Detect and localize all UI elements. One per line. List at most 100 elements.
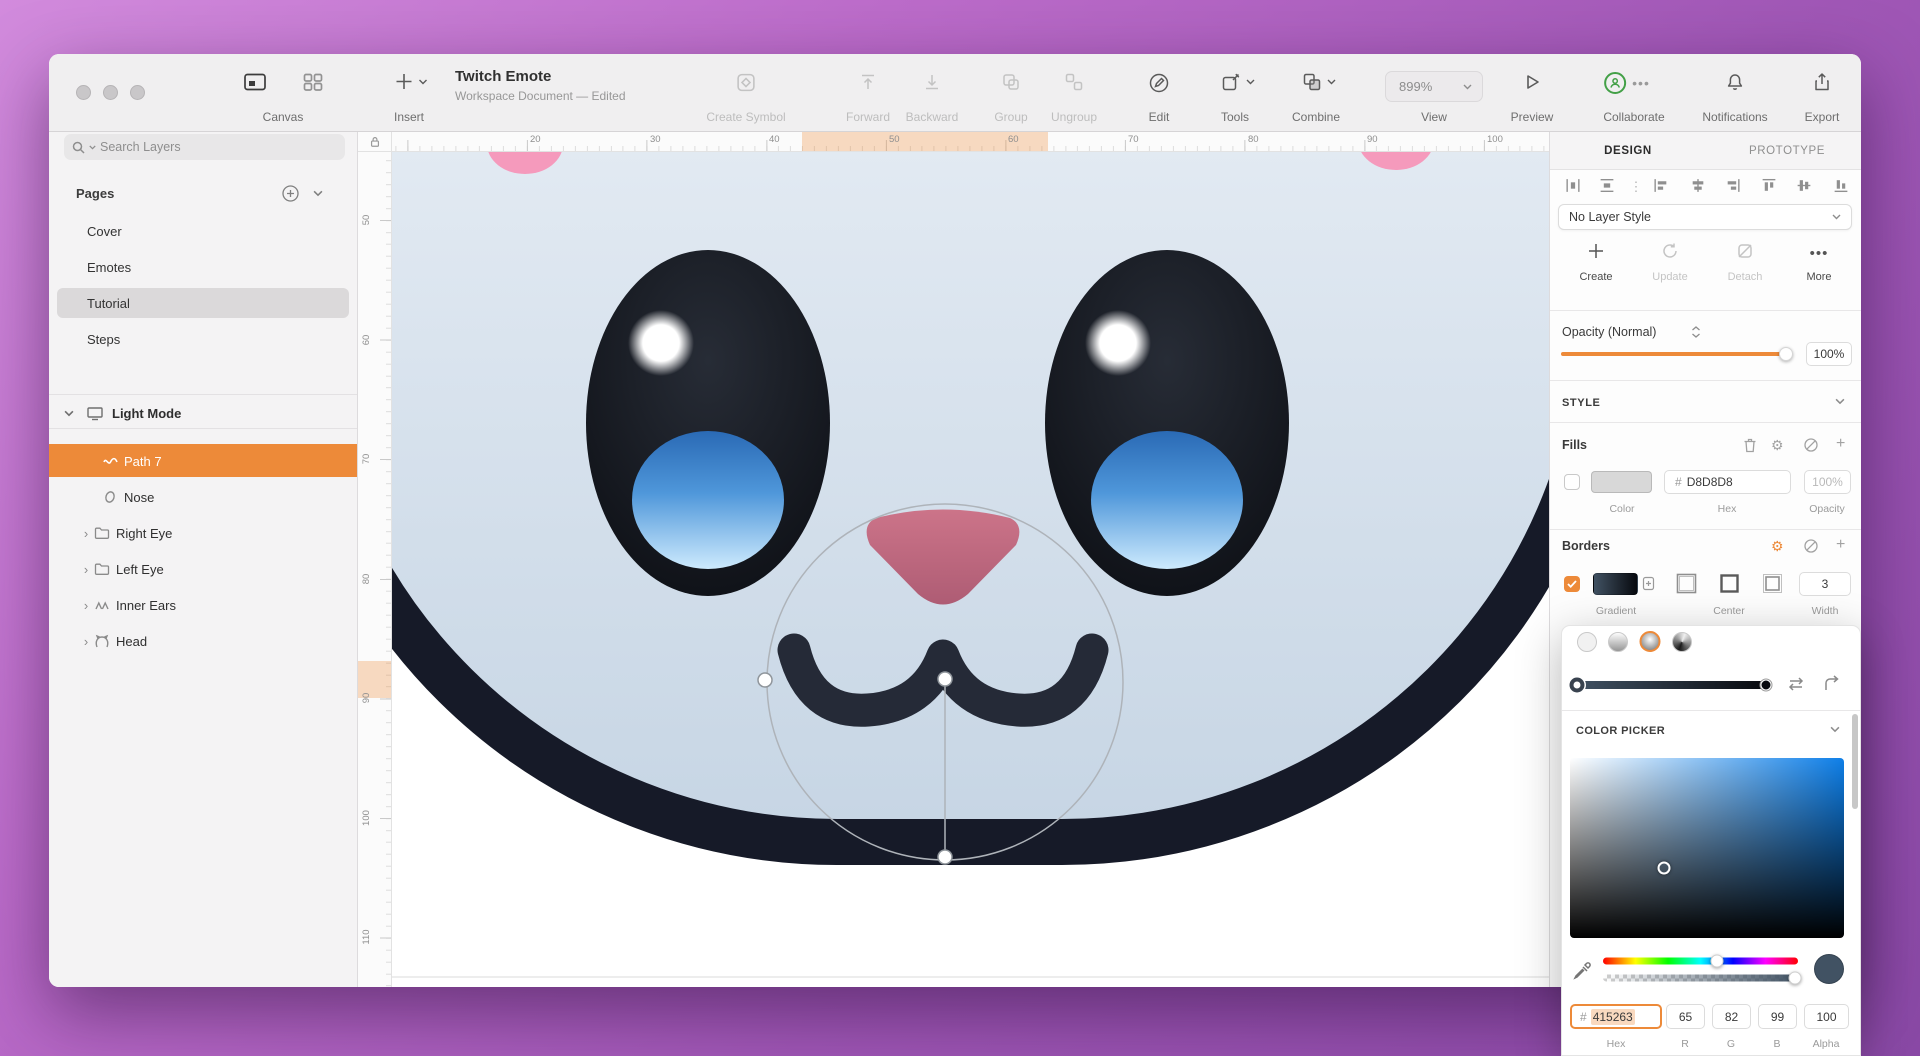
fill-settings-gear-icon[interactable]: ⚙ (1771, 437, 1784, 454)
gradient-stop-start[interactable] (1570, 678, 1585, 693)
align-right-icon[interactable] (1725, 177, 1742, 194)
disclosure-chevron-icon[interactable]: › (79, 526, 93, 541)
more-alignment-icon[interactable]: ⋮ (1630, 179, 1643, 195)
layer-item-right-eye[interactable]: › Right Eye (49, 516, 357, 550)
artboard-section-header[interactable]: Light Mode (49, 398, 357, 428)
gradient-radius-handle[interactable] (938, 850, 952, 864)
border-center-icon[interactable] (1719, 573, 1740, 594)
saturation-brightness-cursor[interactable] (1658, 862, 1671, 875)
canvas-area[interactable]: 20 30 40 50 60 70 80 90 100 50 60 70 80 … (358, 132, 1549, 987)
section-chevron-down-icon[interactable] (64, 410, 74, 417)
ungroup-icon[interactable] (1064, 72, 1084, 92)
edit-icon[interactable] (1148, 72, 1170, 94)
border-outside-icon[interactable] (1676, 573, 1697, 594)
create-symbol-icon[interactable] (736, 72, 757, 93)
border-settings-gear-icon[interactable]: ⚙ (1771, 538, 1784, 555)
page-item-steps[interactable]: Steps (49, 324, 357, 354)
zoom-control[interactable]: 899% (1385, 71, 1483, 102)
align-middle-vertical-icon[interactable] (1796, 177, 1813, 194)
border-inside-icon[interactable] (1762, 573, 1783, 594)
grid-view-icon[interactable] (302, 72, 324, 92)
alpha-input[interactable]: 100 (1804, 1004, 1849, 1029)
blue-input[interactable]: 99 (1758, 1004, 1797, 1029)
search-options-chevron-icon[interactable] (89, 145, 96, 150)
group-icon[interactable] (1001, 72, 1021, 92)
hue-slider-thumb[interactable] (1711, 955, 1724, 968)
hex-input[interactable]: # 415263 (1570, 1004, 1662, 1029)
page-item-cover[interactable]: Cover (49, 216, 357, 246)
reverse-gradient-icon[interactable] (1786, 675, 1806, 693)
fill-color-swatch[interactable] (1591, 471, 1652, 493)
layer-item-left-eye[interactable]: › Left Eye (49, 552, 357, 586)
no-fill-icon[interactable] (1803, 437, 1819, 453)
artboard-viewport[interactable] (392, 152, 1549, 987)
border-enabled-checkbox[interactable] (1564, 576, 1580, 592)
vertical-ruler[interactable]: 50 60 70 80 90 100 110 (358, 152, 392, 987)
angular-gradient-type-icon[interactable] (1672, 632, 1692, 652)
popover-scrollbar[interactable] (1852, 714, 1858, 809)
no-border-icon[interactable] (1803, 538, 1819, 554)
page-item-tutorial[interactable]: Tutorial (49, 288, 357, 318)
rotate-gradient-icon[interactable] (1823, 675, 1842, 693)
add-fill-icon[interactable]: + (1836, 435, 1845, 453)
saturation-brightness-picker[interactable] (1570, 758, 1844, 938)
style-collapse-chevron-icon[interactable] (1835, 398, 1845, 405)
gradient-width-handle[interactable] (758, 673, 772, 687)
horizontal-ruler[interactable]: 20 30 40 50 60 70 80 90 100 (392, 132, 1549, 152)
blend-mode-stepper[interactable] (1690, 325, 1702, 339)
border-gradient-swatch[interactable] (1593, 573, 1638, 595)
minimize-button[interactable] (103, 85, 118, 100)
disclosure-chevron-icon[interactable]: › (79, 598, 93, 613)
red-input[interactable]: 65 (1666, 1004, 1705, 1029)
canvas-view-icon[interactable] (243, 72, 267, 92)
fullscreen-button[interactable] (130, 85, 145, 100)
align-left-icon[interactable] (1653, 177, 1670, 194)
gradient-stop-end[interactable] (1761, 680, 1772, 691)
opacity-slider-thumb[interactable] (1779, 347, 1793, 361)
fill-enabled-checkbox[interactable] (1564, 474, 1580, 490)
align-center-horizontal-icon[interactable] (1690, 177, 1707, 194)
opacity-value-field[interactable]: 100% (1806, 342, 1852, 366)
preview-icon[interactable] (1522, 72, 1542, 92)
collaborate-icon[interactable]: ••• (1604, 72, 1650, 94)
align-top-icon[interactable] (1761, 177, 1778, 194)
close-button[interactable] (76, 85, 91, 100)
emote-artwork[interactable] (392, 152, 1549, 987)
add-border-icon[interactable]: + (1836, 536, 1845, 554)
search-layers-field[interactable] (64, 134, 345, 160)
green-input[interactable]: 82 (1712, 1004, 1751, 1029)
pages-collapse-chevron-icon[interactable] (313, 190, 323, 197)
detach-style-icon[interactable] (1736, 242, 1754, 260)
fill-hex-field[interactable]: #D8D8D8 (1664, 470, 1791, 494)
color-picker-collapse-chevron-icon[interactable] (1830, 726, 1840, 733)
radial-gradient-type-icon[interactable] (1640, 631, 1661, 652)
export-icon[interactable] (1812, 72, 1832, 92)
gradient-bar[interactable] (1576, 681, 1767, 689)
layer-item-head[interactable]: › Head (49, 624, 357, 658)
solid-fill-type-icon[interactable] (1577, 632, 1597, 652)
create-style-icon[interactable] (1587, 242, 1605, 260)
linear-gradient-type-icon[interactable] (1608, 632, 1628, 652)
distribute-horizontally-icon[interactable] (1565, 177, 1582, 194)
disclosure-chevron-icon[interactable]: › (79, 562, 93, 577)
gradient-center-handle[interactable] (938, 672, 952, 686)
notifications-icon[interactable] (1725, 72, 1745, 92)
align-bottom-icon[interactable] (1833, 177, 1850, 194)
more-actions-icon[interactable]: ••• (1810, 245, 1829, 262)
layer-item-nose[interactable]: Nose (49, 480, 357, 514)
eyedropper-icon[interactable] (1573, 962, 1592, 981)
search-input[interactable] (100, 140, 300, 154)
tab-design[interactable]: DESIGN (1568, 132, 1688, 170)
alpha-slider[interactable] (1603, 975, 1798, 982)
add-page-icon[interactable] (282, 185, 299, 202)
update-style-icon[interactable] (1661, 242, 1679, 260)
disclosure-chevron-icon[interactable]: › (79, 634, 93, 649)
opacity-slider-track[interactable] (1561, 352, 1788, 356)
swatch-options-icon[interactable] (1642, 576, 1655, 591)
alpha-slider-thumb[interactable] (1789, 972, 1802, 985)
layer-style-dropdown[interactable]: No Layer Style (1558, 204, 1852, 230)
distribute-vertically-icon[interactable] (1599, 177, 1616, 194)
hue-slider[interactable] (1603, 958, 1798, 965)
backward-icon[interactable] (922, 72, 942, 92)
trash-icon[interactable] (1742, 437, 1758, 454)
